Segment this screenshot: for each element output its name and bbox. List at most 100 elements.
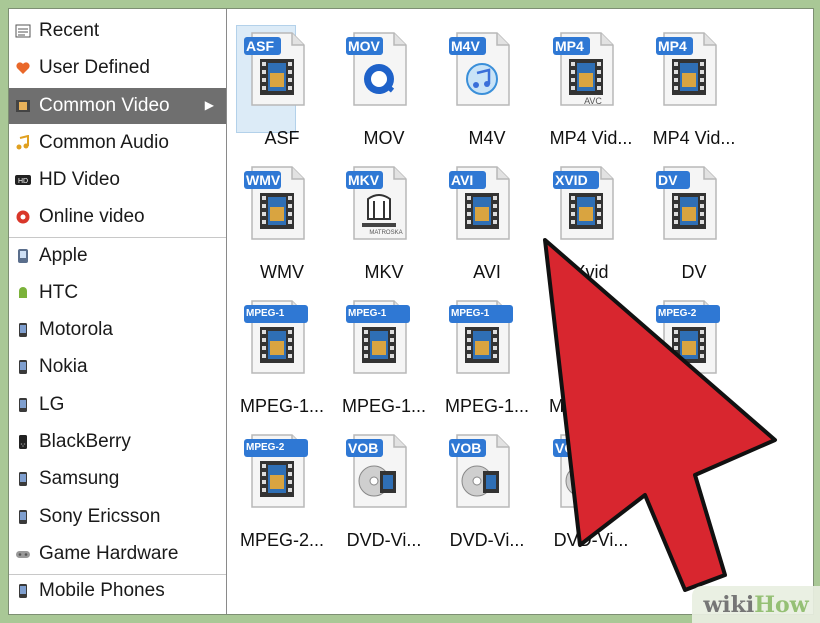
format-badge: MPEG-1 <box>348 308 387 319</box>
format-badge: MOV <box>348 38 380 54</box>
format-sub-label: AVC <box>584 96 602 106</box>
sidebar-item-common-video[interactable]: Common Video ▶ <box>9 88 226 124</box>
format-tile-mpeg-2[interactable]: MPEG-2 MPEG-2... <box>541 281 641 416</box>
sidebar-item-label: Online video <box>39 206 145 227</box>
format-tile-mpeg-2[interactable]: MPEG-2 MPEG-2... <box>232 415 332 550</box>
film-icon <box>15 98 31 114</box>
sidebar-item-nokia[interactable]: Nokia <box>9 349 226 385</box>
format-tile-avi[interactable]: AVI AVI <box>437 147 537 282</box>
format-tile-vob[interactable]: VOB DVD-Vi... <box>541 415 641 550</box>
format-picker-window: Recent User Defined Common Video ▶ Common Au… <box>8 8 814 615</box>
format-tile-mp4[interactable]: MP4 AVC MP4 Vid... <box>541 13 641 148</box>
sidebar-item-hd-video[interactable]: HD HD Video <box>9 162 226 198</box>
format-label: M4V <box>468 128 506 148</box>
format-badge: ASF <box>246 38 274 54</box>
format-badge: MPEG-2 <box>246 442 285 453</box>
heart-icon <box>15 60 31 76</box>
submenu-arrow-icon: ▶ <box>204 98 214 112</box>
phone-icon <box>15 509 31 525</box>
sidebar-item-mobile-phones[interactable]: Mobile Phones <box>9 573 226 609</box>
format-tile-xvid[interactable]: XVID Xvid <box>541 147 641 282</box>
format-badge: WMV <box>246 172 281 188</box>
sidebar-item-label: Mobile Phones <box>39 580 165 601</box>
format-label: MPEG-2... <box>239 530 324 550</box>
svg-text:HD: HD <box>18 178 28 185</box>
format-badge: MPEG-1 <box>451 308 490 319</box>
sidebar-item-lg[interactable]: LG <box>9 387 226 423</box>
format-label: MPEG-2... <box>651 396 736 416</box>
category-sidebar: Recent User Defined Common Video ▶ Common Au… <box>9 9 227 614</box>
format-label: WMV <box>260 262 304 282</box>
format-badge: VOB <box>555 440 586 456</box>
format-badge: MPEG-1 <box>246 308 285 319</box>
format-tile-mp4[interactable]: MP4 MP4 Vid... <box>644 13 744 148</box>
format-tile-m4v[interactable]: M4V M4V <box>437 13 537 148</box>
music-icon <box>15 135 31 151</box>
sidebar-item-recent[interactable]: Recent <box>9 13 226 49</box>
sidebar-divider <box>9 237 226 238</box>
format-tile-mov[interactable]: MOV MOV <box>334 13 434 148</box>
format-label: Xvid <box>573 262 609 282</box>
watermark-part2: How <box>754 591 809 618</box>
format-label: MPEG-1... <box>341 396 426 416</box>
format-tile-vob[interactable]: VOB DVD-Vi... <box>437 415 537 550</box>
format-tile-mpeg-1[interactable]: MPEG-1 MPEG-1... <box>334 281 434 416</box>
format-badge: VOB <box>348 440 379 456</box>
gamepad-icon <box>15 546 31 562</box>
sidebar-item-label: HTC <box>39 282 79 303</box>
format-badge: AVI <box>451 172 474 188</box>
format-label: MOV <box>363 128 405 148</box>
android-icon <box>15 285 31 301</box>
format-label: MKV <box>364 262 404 282</box>
sidebar-item-label: Nokia <box>39 356 88 377</box>
sidebar-item-blackberry[interactable]: BlackBerry <box>9 424 226 460</box>
format-label: DVD-Vi... <box>346 530 422 550</box>
recent-icon <box>15 23 31 39</box>
sidebar-item-sony-ericsson[interactable]: Sony Ericsson <box>9 499 226 535</box>
blackberry-icon <box>15 434 31 450</box>
format-badge: MPEG-2 <box>555 308 594 319</box>
sidebar-item-label: Apple <box>39 245 88 266</box>
sidebar-item-htc[interactable]: HTC <box>9 275 226 311</box>
apple-device-icon <box>15 248 31 264</box>
sidebar-item-apple[interactable]: Apple <box>9 238 226 274</box>
format-label: MPEG-2... <box>548 396 633 416</box>
hd-icon: HD <box>15 172 31 188</box>
format-label: MP4 Vid... <box>652 128 736 148</box>
format-tile-wmv[interactable]: WMV WMV <box>232 147 332 282</box>
phone-icon <box>15 583 31 599</box>
sidebar-item-label: Motorola <box>39 319 113 340</box>
sidebar-item-online-video[interactable]: Online video <box>9 199 226 235</box>
sidebar-item-label: Common Video <box>39 95 170 116</box>
format-badge: DV <box>658 172 678 188</box>
format-tile-dv[interactable]: DV DV <box>644 147 744 282</box>
phone-icon <box>15 471 31 487</box>
format-tile-mpeg-1[interactable]: MPEG-1 MPEG-1... <box>437 281 537 416</box>
sidebar-item-label: Game Hardware <box>39 543 179 564</box>
format-badge: M4V <box>451 38 480 54</box>
sidebar-item-label: Common Audio <box>39 132 169 153</box>
format-tile-mkv[interactable]: MKV MATROSKA MKV <box>334 147 434 282</box>
format-badge: MP4 <box>658 38 687 54</box>
online-icon <box>15 209 31 225</box>
sidebar-item-game-hardware[interactable]: Game Hardware <box>9 536 226 572</box>
format-tile-mpeg-1[interactable]: MPEG-1 MPEG-1... <box>232 281 332 416</box>
format-grid: ASF ASF MOV MOV M4V M4V MP4 AVC MP4 Vid... MP4 MP4… <box>228 9 813 614</box>
sidebar-item-common-audio[interactable]: Common Audio <box>9 125 226 161</box>
format-badge: MKV <box>348 172 380 188</box>
format-label: DV <box>681 262 707 282</box>
format-badge: MP4 <box>555 38 584 54</box>
format-tile-vob[interactable]: VOB DVD-Vi... <box>334 415 434 550</box>
sidebar-item-label: HD Video <box>39 169 120 190</box>
format-tile-asf[interactable]: ASF ASF <box>232 13 332 148</box>
phone-icon <box>15 359 31 375</box>
sidebar-item-motorola[interactable]: Motorola <box>9 312 226 348</box>
phone-icon <box>15 397 31 413</box>
sidebar-item-label: Recent <box>39 20 100 41</box>
format-label: ASF <box>264 128 300 148</box>
format-tile-mpeg-2[interactable]: MPEG-2 MPEG-2... <box>644 281 744 416</box>
format-label: MPEG-1... <box>444 396 529 416</box>
format-badge: VOB <box>451 440 482 456</box>
sidebar-item-user-defined[interactable]: User Defined <box>9 50 226 86</box>
sidebar-item-samsung[interactable]: Samsung <box>9 461 226 497</box>
